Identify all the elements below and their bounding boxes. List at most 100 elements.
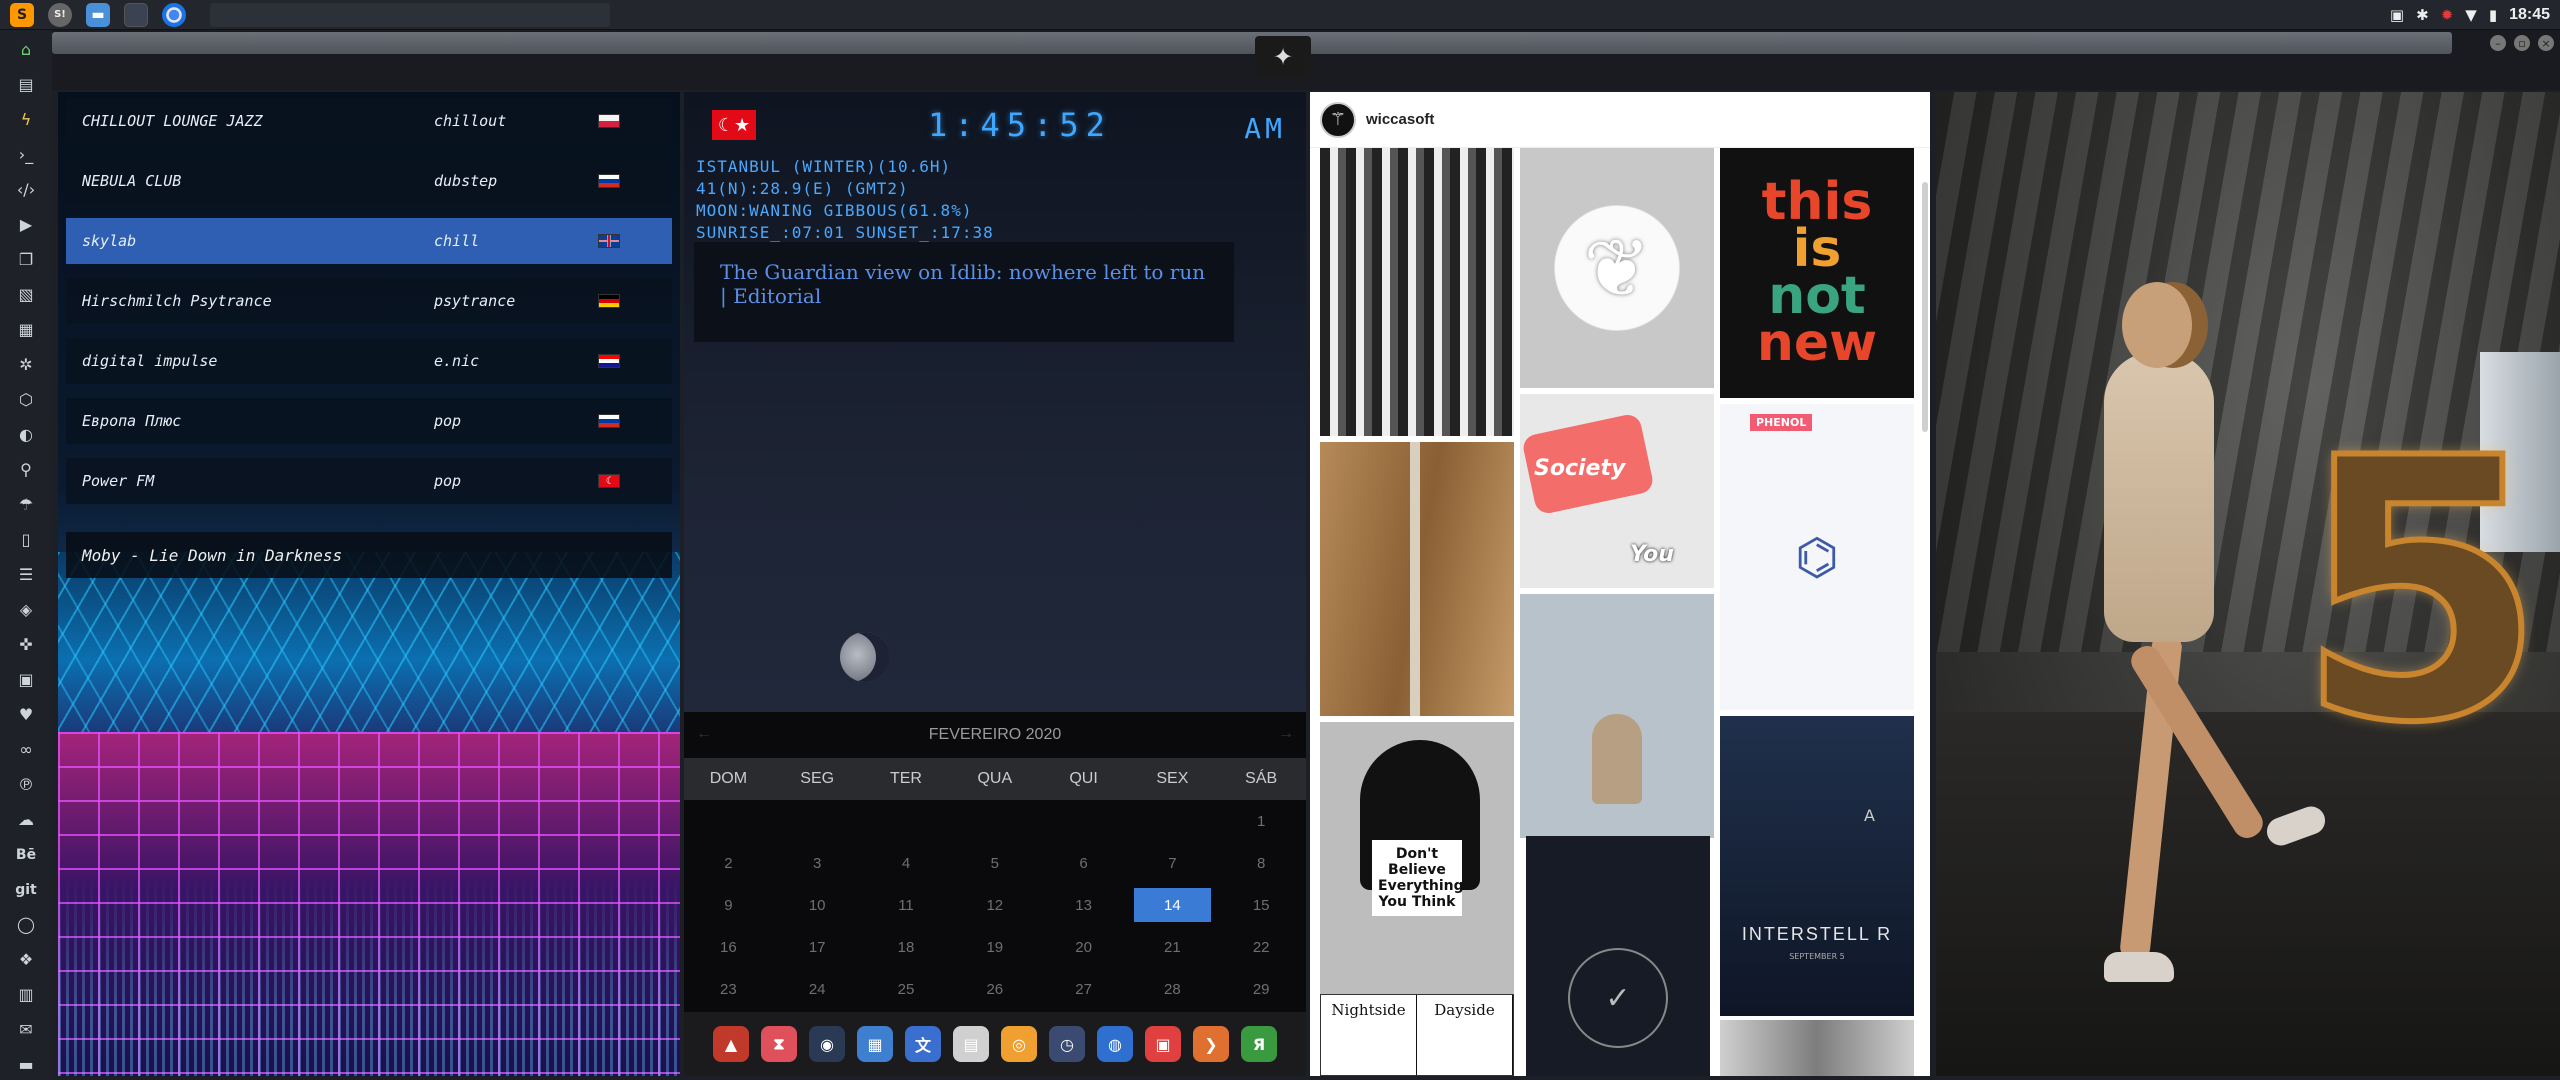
- calendar-day[interactable]: 11: [862, 884, 951, 926]
- close-button[interactable]: ×: [2538, 35, 2554, 51]
- web-icon[interactable]: ◍: [1097, 1026, 1133, 1062]
- news-reader-icon[interactable]: ▤: [953, 1026, 989, 1062]
- calendar-day[interactable]: 3: [773, 842, 862, 884]
- post-society-you[interactable]: Society You: [1520, 394, 1714, 588]
- update-icon[interactable]: ✹: [2441, 6, 2454, 24]
- calendar-day[interactable]: 26: [950, 968, 1039, 1010]
- youtube-icon[interactable]: ▣: [15, 666, 37, 693]
- bluetooth-icon[interactable]: ✱: [2416, 6, 2429, 24]
- screenshot-icon[interactable]: ▣: [2390, 6, 2404, 24]
- chrome-icon[interactable]: [162, 2, 186, 27]
- copy-icon[interactable]: ❐: [15, 246, 37, 273]
- calendar-day-today[interactable]: 14: [1133, 888, 1211, 922]
- image-icon[interactable]: ▧: [15, 281, 37, 308]
- post-nightside-dayside[interactable]: Nightside Dayside: [1320, 994, 1514, 1076]
- clock-app-icon[interactable]: ◷: [1049, 1026, 1085, 1062]
- post-crowd-masks[interactable]: [1320, 148, 1514, 436]
- puzzle-icon[interactable]: ✜: [15, 631, 37, 658]
- globe-dark-icon[interactable]: ◉: [809, 1026, 845, 1062]
- phone-icon[interactable]: ▯: [15, 526, 37, 553]
- post-aerial-road[interactable]: [1320, 442, 1514, 716]
- station-row-active[interactable]: skylab chill: [66, 218, 672, 264]
- battery-icon[interactable]: ▮: [2489, 6, 2497, 24]
- play-icon[interactable]: ▶: [15, 211, 37, 238]
- minimize-button[interactable]: –: [2490, 35, 2506, 51]
- git-icon[interactable]: git: [15, 876, 37, 903]
- station-row[interactable]: NEBULA CLUB dubstep: [66, 158, 672, 204]
- hourglass-icon[interactable]: ⧗: [761, 1026, 797, 1062]
- calendar-day[interactable]: 27: [1039, 968, 1128, 1010]
- chevron-left-icon[interactable]: ←: [696, 725, 712, 743]
- calendar-day[interactable]: 2: [684, 842, 773, 884]
- news-icon[interactable]: ▦: [15, 316, 37, 343]
- scrollbar[interactable]: [1922, 182, 1928, 432]
- calendar-day[interactable]: 23: [684, 968, 773, 1010]
- calendar-day[interactable]: 9: [684, 884, 773, 926]
- sublime-text-icon[interactable]: S: [10, 2, 34, 27]
- cloud-icon[interactable]: ☁: [15, 806, 37, 833]
- calendar-day[interactable]: 6: [1039, 842, 1128, 884]
- instagram-username[interactable]: wiccasoft: [1366, 111, 1434, 128]
- chevron-right-icon[interactable]: →: [1278, 725, 1294, 743]
- station-row[interactable]: Hirschmilch Psytrance psytrance: [66, 278, 672, 324]
- tag-icon[interactable]: ◈: [15, 596, 37, 623]
- station-row[interactable]: CHILLOUT LOUNGE JAZZ chillout: [66, 98, 672, 144]
- list-icon[interactable]: ☰: [15, 561, 37, 588]
- arrow-app-icon[interactable]: ❯: [1193, 1026, 1229, 1062]
- calendar-day[interactable]: 8: [1217, 842, 1306, 884]
- bolt-icon[interactable]: ϟ: [15, 106, 37, 133]
- post-bird-head[interactable]: ❦: [1520, 148, 1714, 388]
- calendar-day[interactable]: 4: [862, 842, 951, 884]
- umbrella-icon[interactable]: ☂: [15, 491, 37, 518]
- settings-icon[interactable]: ✲: [15, 351, 37, 378]
- github-icon[interactable]: ◯: [15, 911, 37, 938]
- terminal-icon[interactable]: [124, 2, 148, 27]
- translate-icon[interactable]: 文: [905, 1026, 941, 1062]
- calendar-day[interactable]: 16: [684, 926, 773, 968]
- station-row[interactable]: digital impulse e.nic: [66, 338, 672, 384]
- post-vintage-portrait[interactable]: [1720, 1020, 1914, 1076]
- post-person-clock[interactable]: [1520, 594, 1714, 838]
- calendar-day[interactable]: 28: [1128, 968, 1217, 1010]
- post-dont-believe[interactable]: Don't Believe Everything You Think: [1320, 722, 1514, 994]
- post-this-is-not-new[interactable]: this is not new: [1720, 148, 1914, 398]
- calendar-day[interactable]: 5: [950, 842, 1039, 884]
- folder-icon[interactable]: ▬: [86, 2, 110, 27]
- storage-icon[interactable]: ▬: [15, 1051, 37, 1078]
- calendar-day[interactable]: 22: [1217, 926, 1306, 968]
- arch-icon[interactable]: ▲: [713, 1026, 749, 1062]
- calendar-day[interactable]: 17: [773, 926, 862, 968]
- calendar-day[interactable]: 24: [773, 968, 862, 1010]
- globe-icon[interactable]: ◐: [15, 421, 37, 448]
- search-app-icon[interactable]: ◎: [1001, 1026, 1037, 1062]
- yandex-icon[interactable]: Я: [1241, 1026, 1277, 1062]
- calendar-day[interactable]: 7: [1128, 842, 1217, 884]
- post-clock-poster[interactable]: ✓: [1526, 836, 1710, 1076]
- calendar-day[interactable]: 21: [1128, 926, 1217, 968]
- calendar-day[interactable]: 19: [950, 926, 1039, 968]
- image-viewer-icon[interactable]: ▦: [857, 1026, 893, 1062]
- calendar-app-icon[interactable]: ▣: [1145, 1026, 1181, 1062]
- cubes-icon[interactable]: ❖: [15, 946, 37, 973]
- link-icon[interactable]: ∞: [15, 736, 37, 763]
- station-row[interactable]: Power FM pop ☾: [66, 458, 672, 504]
- avatar[interactable]: ⚚: [1320, 101, 1356, 138]
- window-title-bar[interactable]: [52, 32, 2452, 54]
- settings-circle-icon[interactable]: S!: [48, 2, 72, 27]
- wifi-icon[interactable]: ▼: [2465, 6, 2477, 24]
- system-clock[interactable]: 18:45: [2509, 6, 2550, 24]
- rebel-alliance-icon[interactable]: ✦: [1255, 36, 1311, 78]
- calendar-day[interactable]: 18: [862, 926, 951, 968]
- terminal-prompt-icon[interactable]: ›_: [15, 141, 37, 168]
- map-icon[interactable]: ▥: [15, 981, 37, 1008]
- calendar-day[interactable]: 13: [1039, 884, 1128, 926]
- news-headline[interactable]: The Guardian view on Idlib: nowhere left…: [694, 242, 1234, 342]
- post-phenol-infographic[interactable]: PHENOL ⌬: [1720, 404, 1914, 710]
- calendar-day[interactable]: 25: [862, 968, 951, 1010]
- maximize-button[interactable]: ▫: [2514, 35, 2530, 51]
- search-icon[interactable]: ⚲: [15, 456, 37, 483]
- calendar-day[interactable]: 12: [950, 884, 1039, 926]
- calendar-day[interactable]: 20: [1039, 926, 1128, 968]
- calendar-day[interactable]: 29: [1217, 968, 1306, 1010]
- taskbar-area[interactable]: [210, 2, 610, 27]
